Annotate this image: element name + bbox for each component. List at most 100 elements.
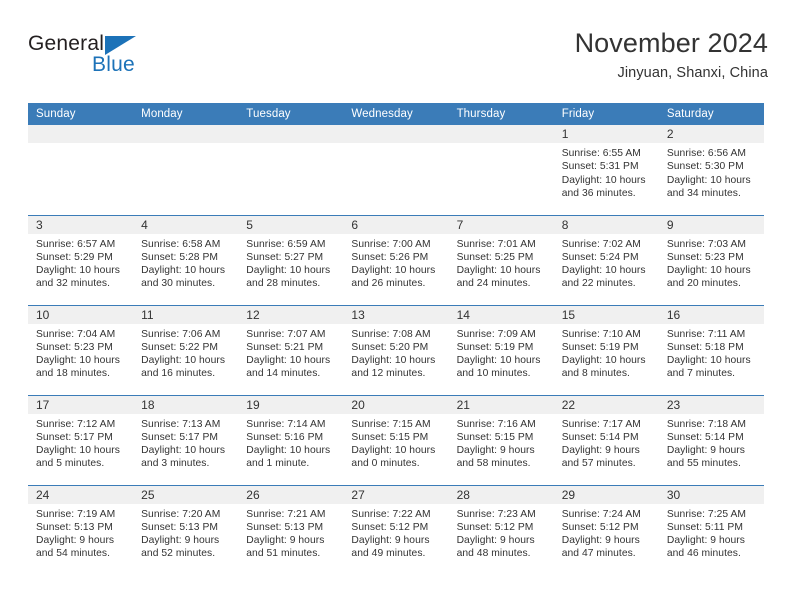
day-details: Sunrise: 7:15 AM Sunset: 5:15 PM Daylight:… — [343, 414, 448, 471]
calendar-day-cell[interactable]: 14 Sunrise: 7:09 AM Sunset: 5:19 PM Dayligh… — [448, 304, 554, 395]
calendar-day-cell[interactable]: 18 Sunrise: 7:13 AM Sunset: 5:17 PM Dayligh… — [133, 394, 239, 485]
day-number — [238, 125, 344, 143]
weekday-header-sunday: Sunday — [28, 103, 134, 125]
calendar-day-cell[interactable]: 15 Sunrise: 7:10 AM Sunset: 5:19 PM Dayligh… — [553, 304, 659, 395]
sunset-text: Sunset: 5:13 PM — [36, 521, 113, 533]
calendar-day-cell-empty — [343, 125, 449, 215]
weekday-header-wednesday: Wednesday — [343, 103, 449, 125]
day-details: Sunrise: 6:57 AM Sunset: 5:29 PM Daylight:… — [28, 234, 133, 291]
calendar-day-cell[interactable]: 29 Sunrise: 7:24 AM Sunset: 5:12 PM Dayligh… — [553, 484, 659, 575]
day-number: 16 — [658, 305, 764, 324]
sunset-text: Sunset: 5:24 PM — [561, 251, 639, 263]
day-number: 28 — [448, 485, 554, 504]
calendar-day-cell[interactable]: 4 Sunrise: 6:58 AM Sunset: 5:28 PM Daylight… — [133, 214, 239, 305]
calendar-day-cell[interactable]: 21 Sunrise: 7:16 AM Sunset: 5:15 PM Dayligh… — [448, 394, 554, 485]
daylight-text: Daylight: 9 hours and 58 minutes. — [456, 445, 535, 470]
calendar-day-cell[interactable]: 17 Sunrise: 7:12 AM Sunset: 5:17 PM Dayligh… — [28, 394, 134, 485]
calendar-day-cell-empty — [133, 125, 239, 215]
day-number: 17 — [28, 395, 134, 414]
day-details: Sunrise: 6:59 AM Sunset: 5:27 PM Daylight:… — [238, 234, 343, 291]
calendar-day-cell[interactable]: 20 Sunrise: 7:15 AM Sunset: 5:15 PM Dayligh… — [343, 394, 449, 485]
calendar-day-cell[interactable]: 12 Sunrise: 7:07 AM Sunset: 5:21 PM Dayligh… — [238, 304, 344, 395]
title-block: November 2024 Jinyuan, Shanxi, China — [575, 26, 768, 84]
day-number: 1 — [553, 125, 659, 143]
sunset-text: Sunset: 5:26 PM — [351, 251, 429, 263]
sunset-text: Sunset: 5:29 PM — [36, 251, 113, 263]
daylight-text: Daylight: 10 hours and 0 minutes. — [351, 445, 436, 470]
day-number: 2 — [658, 125, 764, 143]
calendar-day-cell[interactable]: 3 Sunrise: 6:57 AM Sunset: 5:29 PM Daylight… — [28, 214, 134, 305]
day-details: Sunrise: 7:03 AM Sunset: 5:23 PM Daylight:… — [659, 234, 764, 291]
calendar-week-row: 1 Sunrise: 6:55 AM Sunset: 5:31 PM Daylight… — [28, 125, 764, 215]
calendar-day-cell[interactable]: 7 Sunrise: 7:01 AM Sunset: 5:25 PM Daylight… — [448, 214, 554, 305]
sunrise-text: Sunrise: 7:16 AM — [456, 418, 536, 430]
day-number: 5 — [238, 215, 344, 234]
day-details: Sunrise: 6:55 AM Sunset: 5:31 PM Daylight:… — [554, 143, 659, 200]
calendar-day-cell[interactable]: 5 Sunrise: 6:59 AM Sunset: 5:27 PM Daylight… — [238, 214, 344, 305]
calendar-day-cell[interactable]: 10 Sunrise: 7:04 AM Sunset: 5:23 PM Dayligh… — [28, 304, 134, 395]
calendar-day-cell[interactable]: 9 Sunrise: 7:03 AM Sunset: 5:23 PM Daylight… — [658, 214, 764, 305]
daylight-text: Daylight: 10 hours and 24 minutes. — [456, 265, 541, 290]
calendar-day-cell[interactable]: 6 Sunrise: 7:00 AM Sunset: 5:26 PM Daylight… — [343, 214, 449, 305]
sunrise-text: Sunrise: 7:21 AM — [246, 508, 326, 520]
sunrise-text: Sunrise: 7:08 AM — [351, 328, 431, 340]
calendar-day-cell[interactable]: 8 Sunrise: 7:02 AM Sunset: 5:24 PM Daylight… — [553, 214, 659, 305]
day-details: Sunrise: 7:04 AM Sunset: 5:23 PM Daylight:… — [28, 324, 133, 381]
daylight-text: Daylight: 10 hours and 14 minutes. — [246, 355, 331, 380]
sunset-text: Sunset: 5:30 PM — [666, 161, 744, 173]
day-number: 19 — [238, 395, 344, 414]
sunrise-text: Sunrise: 7:17 AM — [561, 418, 641, 430]
daylight-text: Daylight: 10 hours and 32 minutes. — [36, 265, 120, 290]
brand-logo[interactable]: General Blue — [28, 32, 208, 88]
day-details: Sunrise: 7:06 AM Sunset: 5:22 PM Daylight:… — [133, 324, 238, 381]
day-details: Sunrise: 7:25 AM Sunset: 5:11 PM Daylight:… — [659, 504, 764, 561]
calendar-day-cell[interactable]: 11 Sunrise: 7:06 AM Sunset: 5:22 PM Dayligh… — [133, 304, 239, 395]
calendar-day-cell[interactable]: 13 Sunrise: 7:08 AM Sunset: 5:20 PM Dayligh… — [343, 304, 449, 395]
daylight-text: Daylight: 9 hours and 52 minutes. — [141, 535, 220, 560]
day-details: Sunrise: 7:20 AM Sunset: 5:13 PM Daylight:… — [133, 504, 238, 561]
calendar-day-cell[interactable]: 30 Sunrise: 7:25 AM Sunset: 5:11 PM Dayligh… — [658, 484, 764, 575]
calendar-day-cell[interactable]: 2 Sunrise: 6:56 AM Sunset: 5:30 PM Daylight… — [658, 125, 764, 215]
day-details: Sunrise: 7:02 AM Sunset: 5:24 PM Daylight:… — [554, 234, 659, 291]
sunrise-text: Sunrise: 7:11 AM — [666, 328, 746, 340]
day-details: Sunrise: 6:58 AM Sunset: 5:28 PM Daylight:… — [133, 234, 238, 291]
daylight-text: Daylight: 10 hours and 18 minutes. — [36, 355, 120, 380]
sunrise-text: Sunrise: 7:01 AM — [456, 238, 536, 250]
sunrise-text: Sunrise: 7:13 AM — [141, 418, 221, 430]
sunrise-text: Sunrise: 7:22 AM — [351, 508, 431, 520]
sunrise-text: Sunrise: 7:25 AM — [666, 508, 747, 520]
day-number: 30 — [658, 485, 764, 504]
day-number: 18 — [133, 395, 239, 414]
calendar-day-cell[interactable]: 23 Sunrise: 7:18 AM Sunset: 5:14 PM Dayligh… — [658, 394, 764, 485]
day-number — [343, 125, 449, 143]
day-number: 4 — [133, 215, 239, 234]
sunset-text: Sunset: 5:15 PM — [456, 431, 534, 443]
daylight-text: Daylight: 10 hours and 8 minutes. — [561, 355, 646, 380]
sunset-text: Sunset: 5:28 PM — [141, 251, 219, 263]
sunset-text: Sunset: 5:12 PM — [351, 521, 429, 533]
daylight-text: Daylight: 10 hours and 16 minutes. — [141, 355, 226, 380]
day-number: 27 — [343, 485, 449, 504]
day-details: Sunrise: 7:13 AM Sunset: 5:17 PM Daylight:… — [133, 414, 238, 471]
sunset-text: Sunset: 5:23 PM — [36, 341, 113, 353]
day-details: Sunrise: 7:09 AM Sunset: 5:19 PM Daylight:… — [449, 324, 554, 381]
calendar-day-cell[interactable]: 16 Sunrise: 7:11 AM Sunset: 5:18 PM Dayligh… — [658, 304, 764, 395]
sunrise-text: Sunrise: 6:59 AM — [246, 238, 326, 250]
daylight-text: Daylight: 9 hours and 47 minutes. — [561, 535, 640, 560]
daylight-text: Daylight: 9 hours and 55 minutes. — [666, 445, 745, 470]
calendar-day-cell[interactable]: 28 Sunrise: 7:23 AM Sunset: 5:12 PM Dayligh… — [448, 484, 554, 575]
calendar-day-cell[interactable]: 27 Sunrise: 7:22 AM Sunset: 5:12 PM Dayligh… — [343, 484, 449, 575]
calendar-day-cell[interactable]: 22 Sunrise: 7:17 AM Sunset: 5:14 PM Dayligh… — [553, 394, 659, 485]
calendar-day-cell[interactable]: 1 Sunrise: 6:55 AM Sunset: 5:31 PM Daylight… — [553, 125, 659, 215]
sunrise-text: Sunrise: 7:00 AM — [351, 238, 431, 250]
calendar-day-cell[interactable]: 24 Sunrise: 7:19 AM Sunset: 5:13 PM Dayligh… — [28, 484, 134, 575]
calendar-day-cell[interactable]: 26 Sunrise: 7:21 AM Sunset: 5:13 PM Dayligh… — [238, 484, 344, 575]
calendar-day-cell[interactable]: 25 Sunrise: 7:20 AM Sunset: 5:13 PM Dayligh… — [133, 484, 239, 575]
sunset-text: Sunset: 5:23 PM — [666, 251, 744, 263]
calendar-day-cell-empty — [238, 125, 344, 215]
weekday-header-saturday: Saturday — [658, 103, 764, 125]
daylight-text: Daylight: 9 hours and 54 minutes. — [36, 535, 115, 560]
sunset-text: Sunset: 5:13 PM — [246, 521, 324, 533]
daylight-text: Daylight: 10 hours and 1 minute. — [246, 445, 331, 470]
calendar-day-cell[interactable]: 19 Sunrise: 7:14 AM Sunset: 5:16 PM Dayligh… — [238, 394, 344, 485]
